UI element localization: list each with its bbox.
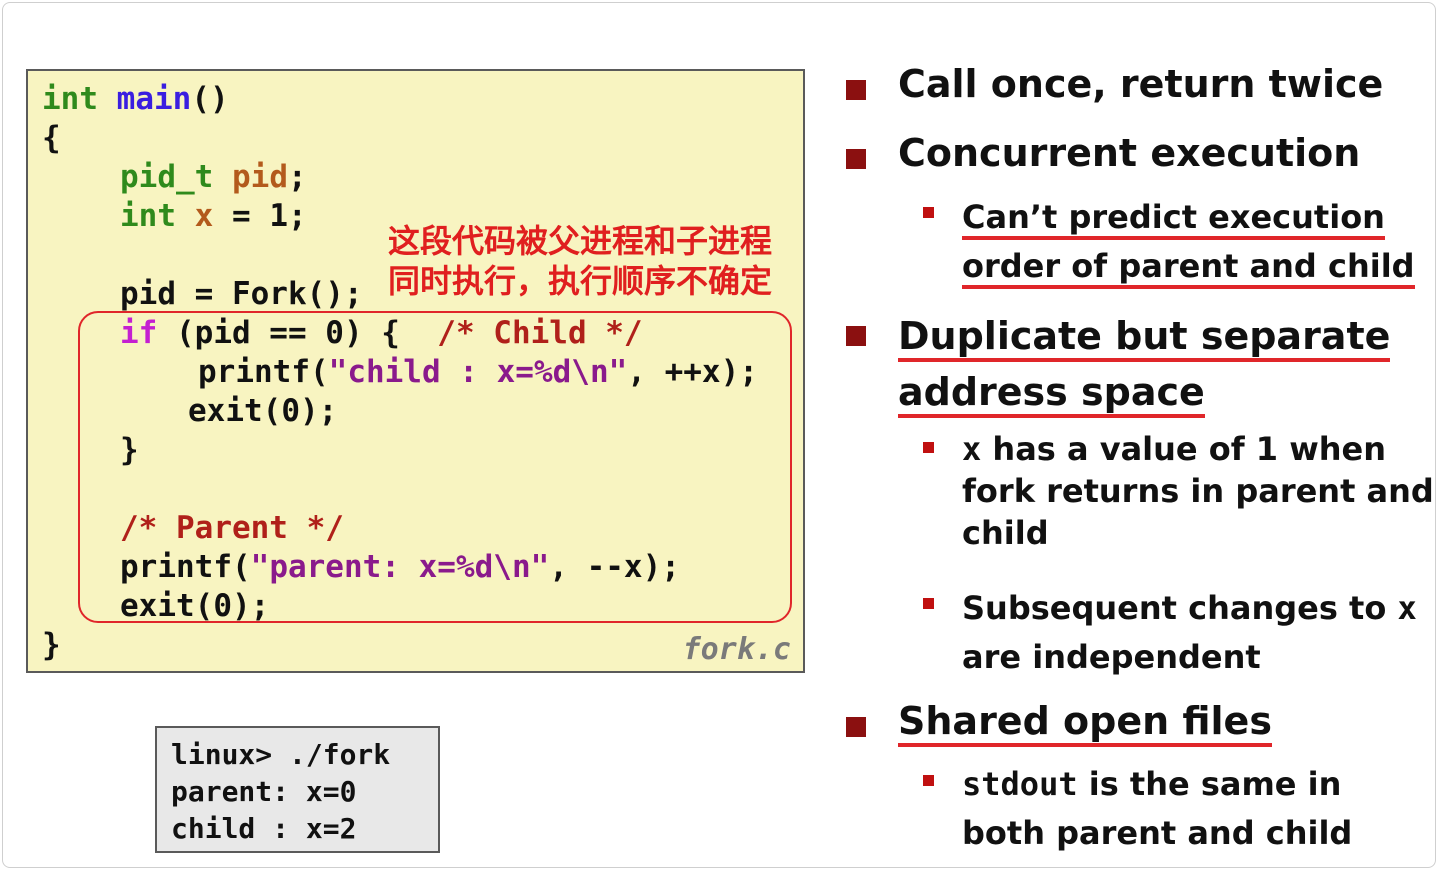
code-line-4: int x = 1; bbox=[120, 198, 307, 234]
terminal-line: linux> ./fork bbox=[171, 738, 391, 771]
sub-bullet-x-value: x has a value of 1 when fork returns in … bbox=[962, 430, 1434, 552]
bullet-square-icon bbox=[846, 717, 866, 737]
sub-bullet-stdout: stdout is the same in both parent and ch… bbox=[962, 765, 1353, 852]
code-line-6: pid = Fork(); bbox=[120, 276, 363, 312]
terminal-line: parent: x=0 bbox=[171, 775, 357, 808]
sub-bullet-square-icon bbox=[923, 598, 934, 609]
bullet-call-once: Call once, return twice bbox=[898, 62, 1384, 106]
sub-bullet-square-icon bbox=[923, 442, 934, 453]
bullet-duplicate: Duplicate but separate address space bbox=[898, 308, 1391, 420]
bullet-concurrent: Concurrent execution bbox=[898, 131, 1361, 175]
bullet-square-icon bbox=[846, 80, 866, 100]
bullet-square-icon bbox=[846, 326, 866, 346]
terminal-output: linux> ./fork parent: x=0 child : x=2 bbox=[155, 726, 440, 853]
code-filename: fork.c bbox=[682, 632, 791, 667]
sub-bullet-subsequent-changes: Subsequent changes to x are independent bbox=[962, 589, 1417, 676]
sub-bullet-square-icon bbox=[923, 775, 934, 786]
concurrent-region-highlight bbox=[78, 311, 792, 623]
concurrency-annotation: 这段代码被父进程和子进程 同时执行，执行顺序不确定 bbox=[388, 222, 773, 300]
code-line-15: } bbox=[42, 627, 61, 663]
code-line-3: pid_t pid; bbox=[120, 159, 307, 195]
code-line-2: { bbox=[42, 120, 61, 156]
sub-bullet-cant-predict: Can’t predict execution order of parent … bbox=[962, 193, 1415, 291]
bullet-square-icon bbox=[846, 149, 866, 169]
code-panel: int main() { pid_t pid; int x = 1; pid =… bbox=[26, 69, 805, 673]
code-line-1: int main() bbox=[42, 81, 229, 117]
terminal-line: child : x=2 bbox=[171, 812, 357, 845]
sub-bullet-square-icon bbox=[923, 207, 934, 218]
bullet-shared-files: Shared open files bbox=[898, 699, 1272, 747]
